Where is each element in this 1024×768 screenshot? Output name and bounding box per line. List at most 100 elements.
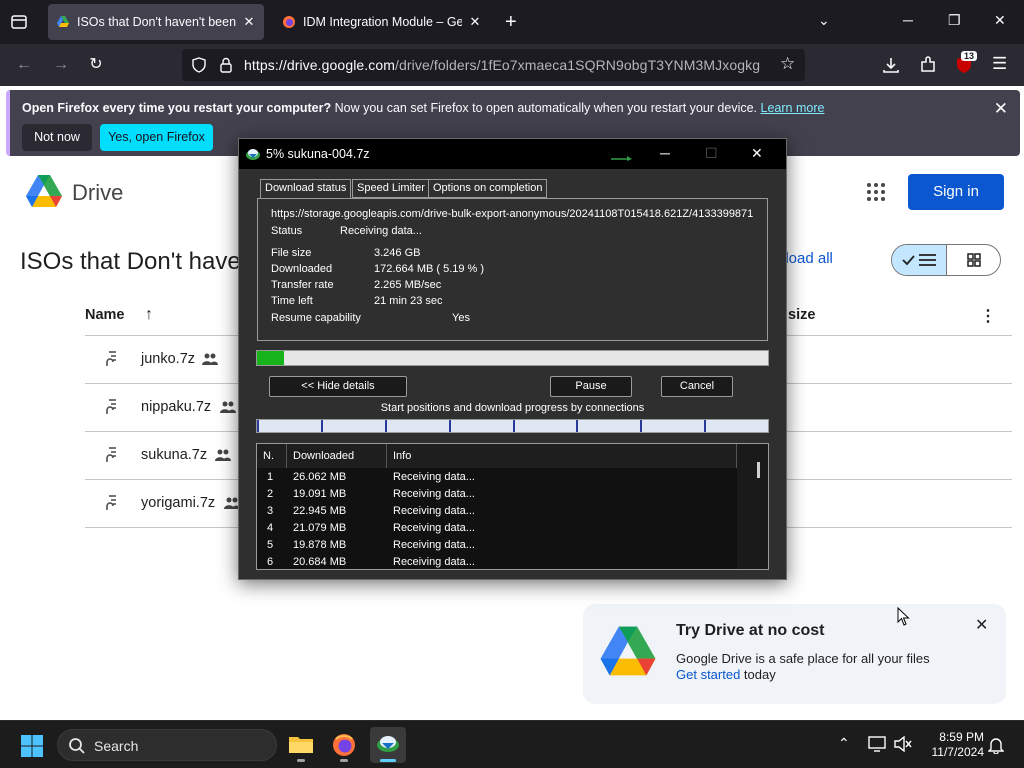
idm-download-url: https://storage.googleapis.com/drive-bul… xyxy=(271,208,754,220)
mouse-cursor-icon xyxy=(897,607,910,626)
idm-connection-marker xyxy=(385,420,387,432)
column-header-name[interactable]: Name xyxy=(85,307,125,323)
hide-details-button[interactable]: << Hide details xyxy=(269,376,407,397)
idm-conn-n: 2 xyxy=(267,488,274,500)
idm-resume-label: Resume capability xyxy=(271,312,361,324)
idm-transfer-rate-value: 2.265 MB/sec xyxy=(374,279,442,291)
grid-view-button[interactable] xyxy=(947,245,1000,275)
learn-more-link[interactable]: Learn more xyxy=(761,101,825,115)
idm-conn-downloaded: 22.945 MB xyxy=(293,505,347,517)
idm-file-size-value: 3.246 GB xyxy=(374,247,421,259)
sign-in-button[interactable]: Sign in xyxy=(908,174,1004,210)
show-hidden-icons-chevron-icon[interactable]: ⌃ xyxy=(838,735,850,752)
idm-taskbar-button[interactable] xyxy=(370,727,406,763)
shared-people-icon xyxy=(202,353,218,365)
list-view-button[interactable] xyxy=(892,245,947,275)
google-apps-icon[interactable] xyxy=(866,182,886,202)
taskbar-clock[interactable]: 8:59 PM 11/7/2024 xyxy=(922,730,985,760)
idm-connection-marker xyxy=(321,420,323,432)
firefox-taskbar-button[interactable] xyxy=(326,727,362,763)
yes-open-firefox-button[interactable]: Yes, open Firefox xyxy=(100,124,213,151)
shield-icon[interactable] xyxy=(191,57,207,73)
windows-start-icon[interactable] xyxy=(20,734,44,758)
idm-conn-info: Receiving data... xyxy=(393,522,475,534)
google-drive-logo-icon[interactable] xyxy=(25,174,63,208)
idm-file-size-label: File size xyxy=(271,247,312,259)
promo-text: Google Drive is a safe place for all you… xyxy=(676,651,930,666)
forward-icon[interactable]: → xyxy=(50,54,72,76)
column-header-size[interactable]: size xyxy=(788,307,815,323)
notification-bell-icon[interactable] xyxy=(988,736,1004,754)
restore-icon[interactable]: ❐ xyxy=(948,12,961,29)
idm-tab-options-on-completion[interactable]: Options on completion xyxy=(428,179,548,198)
idm-tab-download-status[interactable]: Download status xyxy=(260,179,352,199)
idm-conn-info: Receiving data... xyxy=(393,471,475,483)
pause-button[interactable]: Pause xyxy=(550,376,632,397)
notification-message: Open Firefox every time you restart your… xyxy=(22,101,824,115)
lock-icon[interactable] xyxy=(218,56,234,74)
app-menu-icon[interactable]: ☰ xyxy=(992,54,1007,74)
cancel-button[interactable]: Cancel xyxy=(661,376,733,397)
idm-scroll-thumb[interactable] xyxy=(757,462,760,478)
close-window-icon[interactable]: ✕ xyxy=(994,12,1006,29)
folder-title: ISOs that Don't have xyxy=(20,248,241,275)
idm-status-panel: https://storage.googleapis.com/drive-bul… xyxy=(257,198,768,341)
bookmark-star-icon[interactable]: ☆ xyxy=(780,54,795,74)
list-all-tabs-icon[interactable]: ⌄ xyxy=(818,12,830,29)
tab-drive[interactable]: ISOs that Don't haven't been up ✕ xyxy=(48,4,264,40)
idm-download-dialog: 5% sukuna-004.7z ─ ☐ ✕ Download status S… xyxy=(238,138,787,580)
idm-close-icon[interactable]: ✕ xyxy=(751,145,763,162)
file-name: junko.7z xyxy=(141,351,196,367)
volume-muted-icon[interactable] xyxy=(894,736,912,752)
idm-conn-n: 6 xyxy=(267,556,274,568)
search-placeholder: Search xyxy=(94,738,139,754)
reload-icon[interactable]: ↻ xyxy=(85,54,107,76)
running-indicator xyxy=(340,759,348,762)
tab-list-icon[interactable] xyxy=(8,11,30,33)
idm-resume-value: Yes xyxy=(452,312,470,324)
get-started-link[interactable]: Get started xyxy=(676,667,740,682)
idm-titlebar[interactable]: 5% sukuna-004.7z ─ ☐ ✕ xyxy=(239,139,786,169)
checkmark-list-icon xyxy=(902,254,936,266)
tab-close-icon[interactable]: ✕ xyxy=(468,14,482,30)
network-display-icon[interactable] xyxy=(868,736,886,752)
not-now-button[interactable]: Not now xyxy=(22,124,92,151)
url-text[interactable]: https://drive.google.com/drive/folders/1… xyxy=(244,57,760,73)
shortcut-file-icon xyxy=(106,447,116,462)
idm-conn-downloaded: 19.091 MB xyxy=(293,488,347,500)
back-icon[interactable]: ← xyxy=(13,54,35,76)
more-options-icon[interactable]: ⋮ xyxy=(980,306,996,326)
clock-date: 11/7/2024 xyxy=(931,745,985,759)
extensions-icon[interactable] xyxy=(918,55,938,75)
search-icon xyxy=(69,738,85,754)
minimize-icon[interactable]: ─ xyxy=(903,12,913,28)
drive-brand-name[interactable]: Drive xyxy=(72,180,123,206)
file-name: nippaku.7z xyxy=(141,399,212,415)
tab-idm[interactable]: IDM Integration Module – Get t ✕ xyxy=(274,4,490,40)
idm-table-scrollbar[interactable] xyxy=(737,444,768,569)
idm-col-n[interactable]: N. xyxy=(257,444,287,468)
sort-arrow-up-icon[interactable]: ↑ xyxy=(145,306,153,324)
google-drive-logo-icon xyxy=(600,626,656,676)
grid-icon xyxy=(967,253,981,267)
idm-conn-info: Receiving data... xyxy=(393,488,475,500)
promo-close-icon[interactable]: ✕ xyxy=(975,615,988,635)
idm-tab-speed-limiter[interactable]: Speed Limiter xyxy=(352,179,430,198)
clock-time: 8:59 PM xyxy=(939,730,984,744)
idm-dialog-title: 5% sukuna-004.7z xyxy=(266,147,370,161)
notification-close-icon[interactable]: ✕ xyxy=(994,99,1008,119)
downloads-icon[interactable] xyxy=(881,55,901,75)
url-bar[interactable]: https://drive.google.com/drive/folders/1… xyxy=(182,49,805,81)
idm-time-left-value: 21 min 23 sec xyxy=(374,295,443,307)
tab-close-icon[interactable]: ✕ xyxy=(242,14,256,30)
file-explorer-taskbar-button[interactable] xyxy=(283,727,319,763)
idm-conn-downloaded: 19.878 MB xyxy=(293,539,347,551)
new-tab-icon[interactable]: + xyxy=(505,12,517,32)
idm-status-label: Status xyxy=(271,225,303,237)
taskbar-search-box[interactable]: Search xyxy=(57,729,277,761)
idm-col-info[interactable]: Info xyxy=(387,444,737,468)
idm-col-downloaded[interactable]: Downloaded xyxy=(287,444,387,468)
idm-conn-n: 4 xyxy=(267,522,274,534)
idm-minimize-icon[interactable]: ─ xyxy=(660,145,670,161)
firefox-icon xyxy=(333,734,355,756)
